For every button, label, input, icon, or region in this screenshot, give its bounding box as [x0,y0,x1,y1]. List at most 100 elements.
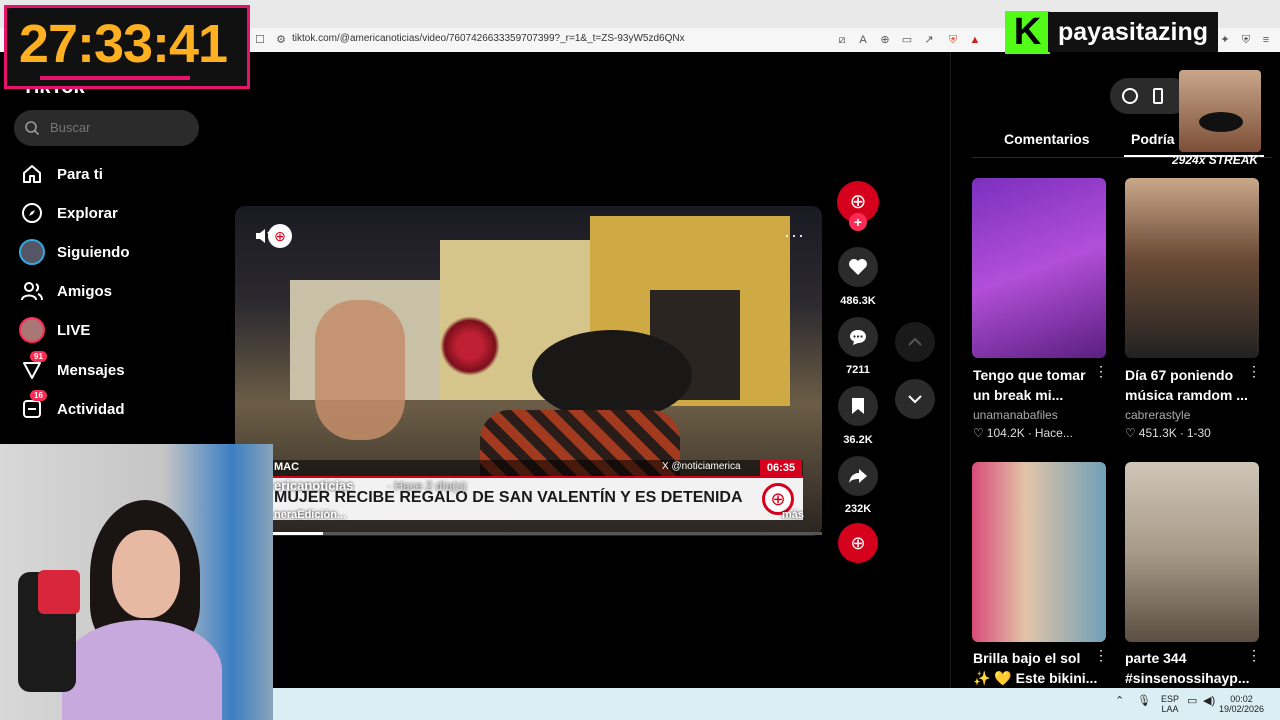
video-progress-track[interactable] [235,532,822,535]
video-frame-hat [532,330,692,420]
heart-icon [849,259,867,275]
bookmark-icon[interactable]: ☐ [253,33,267,47]
site-info-icon[interactable]: ⚙ [274,33,288,47]
card-title[interactable]: Día 67 poniendo música ramdom ... [1125,365,1250,405]
card-date: 1-30 [1186,426,1211,440]
sidebar-item-explorar[interactable]: Explorar [18,198,218,228]
follow-button[interactable]: + [849,213,867,231]
language-indicator[interactable]: ESP LAA [1161,694,1179,714]
comment-button[interactable] [838,317,878,357]
like-button[interactable] [838,247,878,287]
sidebar-item-actividad[interactable]: 16 Actividad [18,390,218,424]
sidebar-item-para-ti[interactable]: Para ti [18,159,218,189]
video-thumbnail[interactable] [972,462,1106,642]
compass-icon [18,199,46,227]
card-title[interactable]: parte 344 [1125,648,1250,668]
card-separator: · [1179,426,1184,440]
extensions-icon[interactable]: ✦ [1218,33,1232,47]
sidebar-item-live[interactable]: LIVE [18,315,218,345]
chevron-down-icon [908,395,922,404]
chevron-up-icon [908,337,922,346]
card-subtitle: #sinsenossihayp... [1125,670,1250,686]
card-menu-icon[interactable]: ⋮ [1247,363,1261,380]
sidebar-item-mensajes[interactable]: 91 Mensajes [18,351,218,385]
webcam-streamer-face [112,530,180,618]
comment-count: 7211 [846,364,870,376]
live-avatar-icon [18,316,46,344]
brave-shield-icon[interactable]: ⛨ [946,33,960,47]
network-icon[interactable]: ▭ [1187,694,1197,707]
save-button[interactable] [838,386,878,426]
messages-badge: 91 [30,351,47,362]
tracking-icon[interactable]: ⧄ [835,33,849,47]
tray-chevron-icon[interactable]: ⌃ [1115,694,1124,707]
address-bar[interactable]: tiktok.com/@americanoticias/video/760742… [292,33,685,44]
card-subtitle: ✨ 💛 Este bikini... [973,670,1098,686]
clock[interactable]: 00:02 19/02/2026 [1219,694,1264,714]
channel-globe-icon: ⊕ [268,224,292,248]
messages-icon: 91 [18,351,47,384]
home-icon [18,160,46,188]
taskbar [273,688,1280,720]
more-link[interactable]: más [782,509,804,521]
card-meta: ♡ 451.3K · 1-30 [1125,426,1211,440]
video-thumbnail[interactable] [972,178,1106,358]
video-author[interactable]: ericanoticias [274,478,354,493]
tab-podria-interesarte[interactable]: Podría i [1131,131,1182,147]
video-frame-flowers [440,316,500,376]
channel-name: payasitazing [1048,12,1219,52]
streak-avatar [1179,70,1261,152]
card-separator: · [1027,426,1032,440]
device-icon[interactable] [1153,88,1163,104]
translate-icon[interactable]: A [856,33,870,47]
menu-icon[interactable]: ≡ [1259,33,1273,47]
rewards-icon[interactable]: ▲ [968,33,982,47]
sidebar-item-siguiendo[interactable]: Siguiendo [18,237,218,267]
search-input[interactable] [50,120,190,135]
card-author[interactable]: unamanabafiles [973,408,1058,422]
next-video-button[interactable] [895,379,935,419]
card-title[interactable]: Tengo que tomar un break mi... [973,365,1098,405]
share-button[interactable] [838,456,878,496]
comment-icon [850,330,866,345]
ticker-time: 06:35 [760,460,802,476]
card-title[interactable]: Brilla bajo el sol [973,648,1098,668]
more-options-icon[interactable]: ··· [784,225,805,246]
activity-badge: 16 [30,390,47,401]
heart-outline-icon: ♡ [1125,426,1136,440]
video-frame-hand [315,300,405,440]
webcam-streamer-body [62,620,222,720]
card-menu-icon[interactable]: ⋮ [1094,647,1108,664]
share-count: 232K [844,503,872,515]
following-avatar-icon [18,238,46,266]
language-layout: LAA [1161,704,1179,714]
pip-icon[interactable]: ▭ [900,33,914,47]
card-menu-icon[interactable]: ⋮ [1247,647,1261,664]
sidebar-item-amigos[interactable]: Amigos [18,276,218,306]
tab-comentarios[interactable]: Comentarios [1004,131,1090,147]
share-page-icon[interactable]: ↗ [922,33,936,47]
activity-icon: 16 [18,390,47,423]
zoom-icon[interactable]: ⊕ [878,33,892,47]
sidebar-item-label: Actividad [57,400,125,418]
language-code: ESP [1161,694,1180,704]
timer-value: 27:33:41 [18,14,228,74]
sidebar-item-label: Siguiendo [57,243,130,261]
microphone-icon[interactable]: 🎙 [1137,694,1151,707]
search-icon [25,121,40,136]
volume-icon[interactable]: ◀) [1203,694,1215,707]
video-thumbnail[interactable] [1125,462,1259,642]
share-icon [849,469,867,483]
sound-disc-icon[interactable]: ⊕ [838,523,878,563]
video-thumbnail[interactable] [1125,178,1259,358]
compass-icon[interactable] [1122,88,1138,104]
sidebar-item-label: LIVE [57,321,91,339]
heart-outline-icon: ♡ [973,426,984,440]
card-meta: ♡ 104.2K · Hace... [973,426,1073,440]
previous-video-button[interactable] [895,322,935,362]
vpn-icon[interactable]: ⛨ [1239,33,1253,47]
sidebar-item-label: Amigos [57,282,113,300]
card-menu-icon[interactable]: ⋮ [1094,363,1108,380]
card-author[interactable]: cabrerastyle [1125,408,1190,422]
streak-label: 2924x STREAK [1172,153,1259,167]
